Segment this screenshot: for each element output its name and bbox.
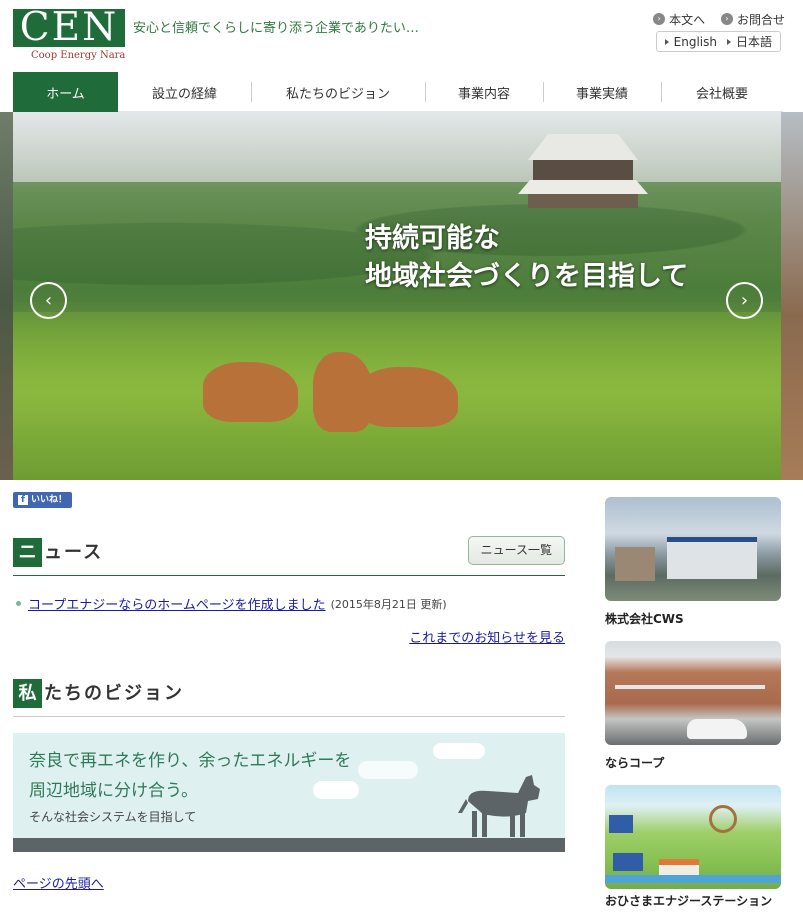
vision-heading-text: たちのビジョン bbox=[44, 683, 184, 704]
cloud-decoration bbox=[358, 761, 418, 779]
nara-coop-image[interactable] bbox=[605, 641, 781, 745]
skip-to-content-label: 本文へ bbox=[669, 12, 706, 27]
contact-label: お問合せ bbox=[736, 12, 785, 27]
page-top-link[interactable]: ページの先頭へ bbox=[13, 873, 104, 892]
facebook-icon: f bbox=[18, 495, 28, 505]
sidebar-label-cws[interactable]: 株式会社CWS bbox=[605, 610, 684, 627]
triangle-right-icon bbox=[726, 38, 731, 45]
deer-image bbox=[358, 367, 458, 427]
vision-banner[interactable]: 奈良で再エネを作り、余ったエネルギーを 周辺地域に分け合う。 そんな社会システム… bbox=[13, 733, 565, 852]
contact-link[interactable]: › お問合せ bbox=[720, 11, 785, 28]
language-english-label: English bbox=[673, 34, 717, 49]
chevron-right-icon: › bbox=[720, 13, 733, 25]
news-item-date: (2015年8月21日 更新) bbox=[330, 597, 447, 611]
vision-heading-initial: 私 bbox=[13, 679, 42, 708]
sidebar-label-ohisama[interactable]: おひさまエナジーステーション bbox=[605, 892, 772, 909]
hero-adjacent-slide-right bbox=[781, 112, 803, 480]
bullet-icon bbox=[16, 601, 21, 606]
deer-image bbox=[203, 362, 298, 422]
cws-image[interactable] bbox=[605, 497, 781, 601]
vision-banner-line1: 奈良で再エネを作り、余ったエネルギーを bbox=[29, 751, 352, 771]
vision-heading: 私 たちのビジョン bbox=[13, 679, 565, 717]
ohisama-energy-station-image[interactable] bbox=[605, 785, 781, 889]
news-archive-link[interactable]: これまでのお知らせを見る bbox=[409, 627, 565, 646]
sidebar-label-nara-coop[interactable]: ならコープ bbox=[605, 754, 664, 771]
logo[interactable]: CEN Coop Energy Nara bbox=[13, 5, 126, 65]
nav-home[interactable]: ホーム bbox=[13, 72, 118, 112]
vision-banner-line2: 周辺地域に分け合う。 bbox=[29, 781, 198, 801]
hero-slider: 持続可能な 地域社会づくりを目指して ‹ › bbox=[13, 112, 781, 480]
nav-founding-history[interactable]: 設立の経緯 bbox=[118, 72, 251, 112]
news-heading-initial: ニ bbox=[13, 538, 42, 567]
hero-town-scenery bbox=[13, 112, 781, 187]
site-header: CEN Coop Energy Nara 安心と信頼でくらしに寄り添う企業であり… bbox=[0, 0, 803, 72]
language-english[interactable]: English bbox=[664, 34, 717, 49]
hero-temple bbox=[518, 134, 648, 214]
chevron-left-icon: ‹ bbox=[44, 290, 53, 311]
nav-our-vision[interactable]: 私たちのビジョン bbox=[251, 72, 425, 112]
nav-achievements[interactable]: 事業実績 bbox=[543, 72, 661, 112]
hero-adjacent-slide-left bbox=[0, 112, 13, 480]
utility-links: › 本文へ › お問合せ bbox=[641, 10, 785, 28]
nav-company[interactable]: 会社概要 bbox=[661, 72, 783, 112]
donkey-illustration bbox=[458, 775, 540, 837]
hero-title: 持続可能な 地域社会づくりを目指して bbox=[365, 220, 688, 296]
hero-title-line2: 地域社会づくりを目指して bbox=[365, 261, 689, 292]
language-japanese-label: 日本語 bbox=[735, 35, 772, 49]
logo-subtitle: Coop Energy Nara bbox=[31, 50, 126, 61]
news-heading-text: ュース bbox=[44, 542, 104, 563]
nav-business[interactable]: 事業内容 bbox=[425, 72, 543, 112]
global-nav: ホーム 設立の経緯 私たちのビジョン 事業内容 事業実績 会社概要 bbox=[13, 72, 783, 112]
tagline: 安心と信頼でくらしに寄り添う企業でありたい… bbox=[133, 21, 419, 36]
hero-title-line1: 持続可能な bbox=[365, 223, 500, 254]
skip-to-content-link[interactable]: › 本文へ bbox=[653, 11, 705, 28]
cloud-decoration bbox=[433, 743, 485, 759]
news-item-link[interactable]: コープエナジーならのホームページを作成しました bbox=[28, 594, 326, 613]
news-list-button[interactable]: ニュース一覧 bbox=[467, 536, 565, 565]
chevron-right-icon: › bbox=[653, 13, 666, 25]
banner-ground bbox=[13, 838, 565, 852]
chevron-right-icon: › bbox=[740, 290, 749, 311]
news-item: コープエナジーならのホームページを作成しました (2015年8月21日 更新) bbox=[16, 594, 447, 613]
vision-banner-line3: そんな社会システムを目指して bbox=[29, 810, 197, 824]
language-switcher: English 日本語 bbox=[655, 31, 781, 52]
triangle-right-icon bbox=[664, 38, 669, 45]
logo-text: CEN bbox=[19, 5, 119, 50]
facebook-like-button[interactable]: f いいね！ bbox=[13, 492, 73, 508]
cloud-decoration bbox=[313, 781, 359, 799]
language-japanese[interactable]: 日本語 bbox=[726, 33, 772, 50]
slider-prev-button[interactable]: ‹ bbox=[30, 282, 67, 319]
facebook-like-label: いいね！ bbox=[31, 495, 68, 505]
slider-next-button[interactable]: › bbox=[726, 282, 763, 319]
news-heading: ニ ュース ニュース一覧 bbox=[13, 536, 565, 576]
